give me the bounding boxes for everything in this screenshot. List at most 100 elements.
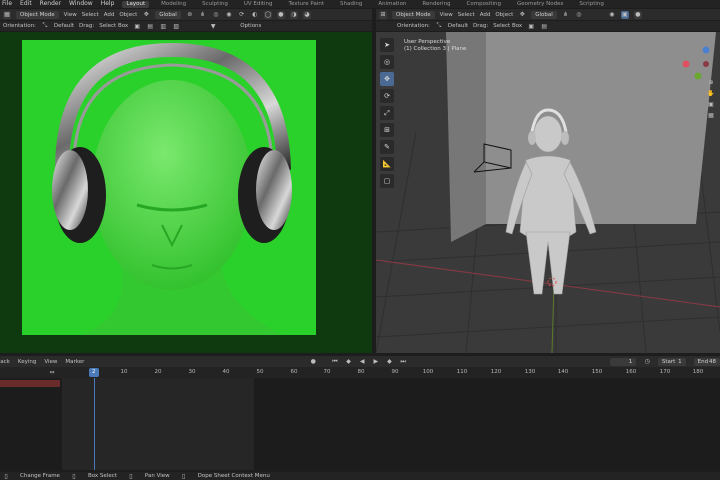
- prev-key-icon[interactable]: ◆: [346, 358, 352, 366]
- overlay-icon[interactable]: ◐: [251, 11, 259, 19]
- right-visibility-icon[interactable]: ◉: [608, 11, 616, 19]
- right-shading-solid-icon[interactable]: ●: [633, 10, 642, 19]
- ruler-tick-60: 60: [290, 369, 298, 375]
- ruler-tick-170: 170: [659, 369, 671, 375]
- right-menu-select[interactable]: Select: [458, 11, 475, 19]
- tab-uv-editing[interactable]: UV Editing: [240, 1, 277, 8]
- playhead-marker[interactable]: 2: [89, 368, 99, 377]
- select-subtract-icon[interactable]: ▥: [159, 22, 167, 30]
- tab-modeling[interactable]: Modeling: [157, 1, 190, 8]
- left-orientation-value[interactable]: Default: [54, 22, 74, 30]
- editor-type-icon[interactable]: ▦: [3, 10, 11, 19]
- left-drag-value[interactable]: Select Box: [99, 22, 128, 30]
- right-menu-object[interactable]: Object: [495, 11, 513, 19]
- play-icon[interactable]: ▶: [373, 358, 379, 366]
- select-tool-icon[interactable]: ➤: [380, 38, 394, 52]
- 3d-viewport[interactable]: [376, 32, 720, 353]
- end-frame-field[interactable]: End 48: [693, 357, 720, 366]
- timeline-range-icon[interactable]: ⇔: [48, 368, 56, 376]
- play-reverse-icon[interactable]: ◀: [359, 358, 365, 366]
- filter-icon[interactable]: ▼: [209, 22, 217, 30]
- left-menu-add[interactable]: Add: [104, 11, 115, 19]
- timeline-menu-playback[interactable]: Playback: [0, 358, 10, 366]
- shading-material-icon[interactable]: ◑: [289, 10, 298, 19]
- tab-rendering[interactable]: Rendering: [418, 1, 454, 8]
- right-snap-icon[interactable]: ⋔: [562, 11, 570, 19]
- left-menu-view[interactable]: View: [64, 11, 77, 19]
- right-menu-add[interactable]: Add: [480, 11, 491, 19]
- right-transform-select[interactable]: Global: [531, 10, 557, 19]
- menu-window[interactable]: Window: [69, 1, 93, 7]
- zoom-icon[interactable]: ⊕: [707, 78, 715, 86]
- menu-file[interactable]: File: [2, 1, 12, 7]
- gizmo-icon[interactable]: ⟳: [238, 11, 246, 19]
- camera-view-icon[interactable]: ▣: [707, 100, 715, 108]
- tab-compositing[interactable]: Compositing: [463, 1, 505, 8]
- current-frame-field[interactable]: 1: [609, 357, 637, 366]
- right-orientation-value[interactable]: Default: [448, 22, 468, 30]
- tab-texture-paint[interactable]: Texture Paint: [285, 1, 329, 8]
- rotate-tool-icon[interactable]: ⟳: [380, 89, 394, 103]
- menu-edit[interactable]: Edit: [20, 1, 32, 7]
- transform-tool-icon[interactable]: ⊞: [380, 123, 394, 137]
- tab-animation[interactable]: Animation: [374, 1, 410, 8]
- mouse-right-icon: ▯: [181, 472, 186, 480]
- pan-hand-icon[interactable]: ✋: [707, 89, 715, 97]
- pivot-icon[interactable]: ⊚: [186, 11, 194, 19]
- visibility-icon[interactable]: ◉: [225, 11, 233, 19]
- mouse-middle-icon: ▯: [129, 472, 133, 480]
- jump-start-icon[interactable]: ⏮: [332, 358, 338, 366]
- ortho-grid-icon[interactable]: ▦: [707, 111, 715, 119]
- timeline-ruler[interactable]: ⇔ 2 10 20 30 40 50 60 70 80 90 100 110 1…: [0, 367, 720, 378]
- move-tool-icon[interactable]: ✥: [380, 72, 394, 86]
- scale-tool-icon[interactable]: ⤢: [380, 106, 394, 120]
- shading-solid-icon[interactable]: ●: [276, 10, 285, 19]
- right-xray-icon[interactable]: ▣: [620, 10, 629, 19]
- right-editor-type-icon[interactable]: ⊞: [379, 10, 387, 19]
- right-drag-value[interactable]: Select Box: [493, 22, 522, 30]
- timeline-menu-view[interactable]: View: [44, 358, 57, 366]
- timeline-menu-keying[interactable]: Keying: [18, 358, 36, 366]
- tab-geometry-nodes[interactable]: Geometry Nodes: [513, 1, 567, 8]
- tab-shading[interactable]: Shading: [336, 1, 366, 8]
- render-image: [22, 40, 316, 335]
- timeline-area[interactable]: [0, 378, 720, 470]
- ruler-tick-130: 130: [524, 369, 536, 375]
- left-menu-select[interactable]: Select: [82, 11, 99, 19]
- cursor-tool-icon[interactable]: ◎: [380, 55, 394, 69]
- measure-tool-icon[interactable]: 📐: [380, 157, 394, 171]
- left-tool-header: Orientation: ⤡ Default Drag: Select Box …: [0, 21, 372, 31]
- tab-sculpting[interactable]: Sculpting: [198, 1, 232, 8]
- left-options-button[interactable]: Options: [240, 22, 261, 30]
- select-mode-icon[interactable]: ▣: [133, 22, 141, 30]
- start-frame-field[interactable]: Start 1: [657, 357, 686, 366]
- clock-icon[interactable]: ◷: [644, 358, 650, 366]
- right-menu-view[interactable]: View: [440, 11, 453, 19]
- menu-help[interactable]: Help: [101, 1, 115, 7]
- tab-scripting[interactable]: Scripting: [575, 1, 607, 8]
- timeline-menu-marker[interactable]: Marker: [65, 358, 84, 366]
- left-menu-object[interactable]: Object: [119, 11, 137, 19]
- summary-channel[interactable]: [0, 380, 60, 387]
- record-icon[interactable]: ●: [310, 358, 316, 366]
- right-select-mode-icon[interactable]: ▣: [527, 22, 535, 30]
- tab-layout[interactable]: Layout: [122, 0, 150, 8]
- select-extend-icon[interactable]: ▤: [146, 22, 154, 30]
- right-proportional-icon[interactable]: ◎: [575, 11, 583, 19]
- frame-range-area: [62, 378, 254, 470]
- left-transform-select[interactable]: Global: [155, 10, 181, 19]
- shading-render-icon[interactable]: ◕: [302, 10, 311, 19]
- next-key-icon[interactable]: ◆: [387, 358, 393, 366]
- snap-icon[interactable]: ⋔: [199, 11, 207, 19]
- select-invert-icon[interactable]: ▧: [172, 22, 180, 30]
- right-mode-select[interactable]: Object Mode: [392, 10, 435, 19]
- right-select-extend-icon[interactable]: ▤: [540, 22, 548, 30]
- proportional-icon[interactable]: ◎: [212, 11, 220, 19]
- menu-render[interactable]: Render: [40, 1, 61, 7]
- annotate-tool-icon[interactable]: ✎: [380, 140, 394, 154]
- transform-orientation-icon: ✥: [143, 11, 149, 18]
- left-mode-select[interactable]: Object Mode: [16, 10, 59, 19]
- add-cube-tool-icon[interactable]: ▢: [380, 174, 394, 188]
- jump-end-icon[interactable]: ⏭: [400, 358, 406, 366]
- shading-wireframe-icon[interactable]: ◯: [263, 10, 272, 19]
